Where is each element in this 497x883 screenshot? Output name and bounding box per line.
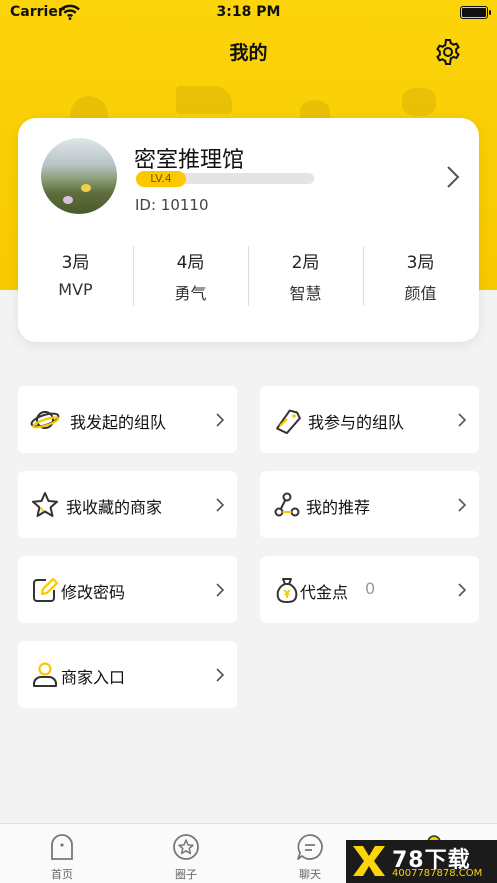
chevron-right-icon [216,413,225,427]
stat-count: 4局 [176,253,205,273]
menu-my-recommendations[interactable]: 我的推荐 [260,471,479,538]
stat-label: 颜值 [404,284,437,303]
stat-count: 3局 [406,253,435,273]
star-circle-icon [173,834,199,860]
menu-label: 我收藏的商家 [66,498,163,517]
x-logo-icon [353,846,385,876]
avatar[interactable] [41,138,117,214]
decorative-shape [402,88,436,116]
menu-voucher-points[interactable]: 代金点 0 [260,556,479,623]
page-title: 我的 [229,42,268,64]
chevron-right-icon[interactable] [444,164,462,190]
money-bag-icon [276,578,298,604]
menu-merchant-entrance[interactable]: 商家入口 [18,641,237,708]
decorative-shape [176,86,232,114]
level-badge: LV.4 [136,171,186,187]
stat-courage: 4局 勇气 [133,248,248,304]
chevron-right-icon [216,498,225,512]
stat-label: 智慧 [289,284,322,303]
edit-icon [33,577,59,602]
menu-label: 我的推荐 [306,498,371,517]
ticket-icon [276,409,301,435]
menu-change-password[interactable]: 修改密码 [18,556,237,623]
menu-label: 我参与的组队 [308,413,405,432]
tab-circle[interactable]: 圈子 [124,824,248,883]
profile-card[interactable]: 密室推理馆 LV.4 ID: 10110 3局 MVP 4局 勇气 2局 智慧 … [18,118,479,342]
planet-icon [30,411,60,429]
menu-favorite-merchants[interactable]: 我收藏的商家 [18,471,237,538]
chevron-right-icon [216,583,225,597]
chat-icon [297,834,323,860]
gear-icon[interactable] [433,37,463,67]
star-icon [32,492,58,517]
stat-wisdom: 2局 智慧 [248,248,363,304]
chevron-right-icon [458,413,467,427]
menu-label: 商家入口 [61,668,126,687]
watermark-logo: 78下载 4007787878.COM [346,840,497,883]
menu-label: 修改密码 [61,583,126,602]
stat-count: 3局 [61,253,90,273]
tab-label: 圈子 [175,868,197,881]
menu-my-joined-teams[interactable]: 我参与的组队 [260,386,479,453]
watermark-url: 4007787878.COM [392,868,483,879]
status-time: 3:18 PM [216,4,281,20]
status-bar: Carrier 3:18 PM [0,0,497,26]
menu-label: 我发起的组队 [70,413,167,432]
stat-mvp: 3局 MVP [18,248,133,299]
battery-icon [460,6,491,19]
voucher-points-value: 0 [365,579,376,598]
user-id: ID: 10110 [135,196,209,214]
share-nodes-icon [274,492,300,517]
chevron-right-icon [458,498,467,512]
profile-name: 密室推理馆 [134,148,245,173]
home-icon [51,834,73,860]
stat-label: MVP [58,280,93,299]
tab-home[interactable]: 首页 [0,824,124,883]
stat-label: 勇气 [174,284,207,303]
chevron-right-icon [216,668,225,682]
stat-count: 2局 [291,253,320,273]
user-icon [33,662,57,687]
chevron-right-icon [458,583,467,597]
menu-my-created-teams[interactable]: 我发起的组队 [18,386,237,453]
menu-label: 代金点 [300,583,349,602]
tab-label: 首页 [51,868,73,881]
stat-looks: 3局 颜值 [363,248,478,304]
